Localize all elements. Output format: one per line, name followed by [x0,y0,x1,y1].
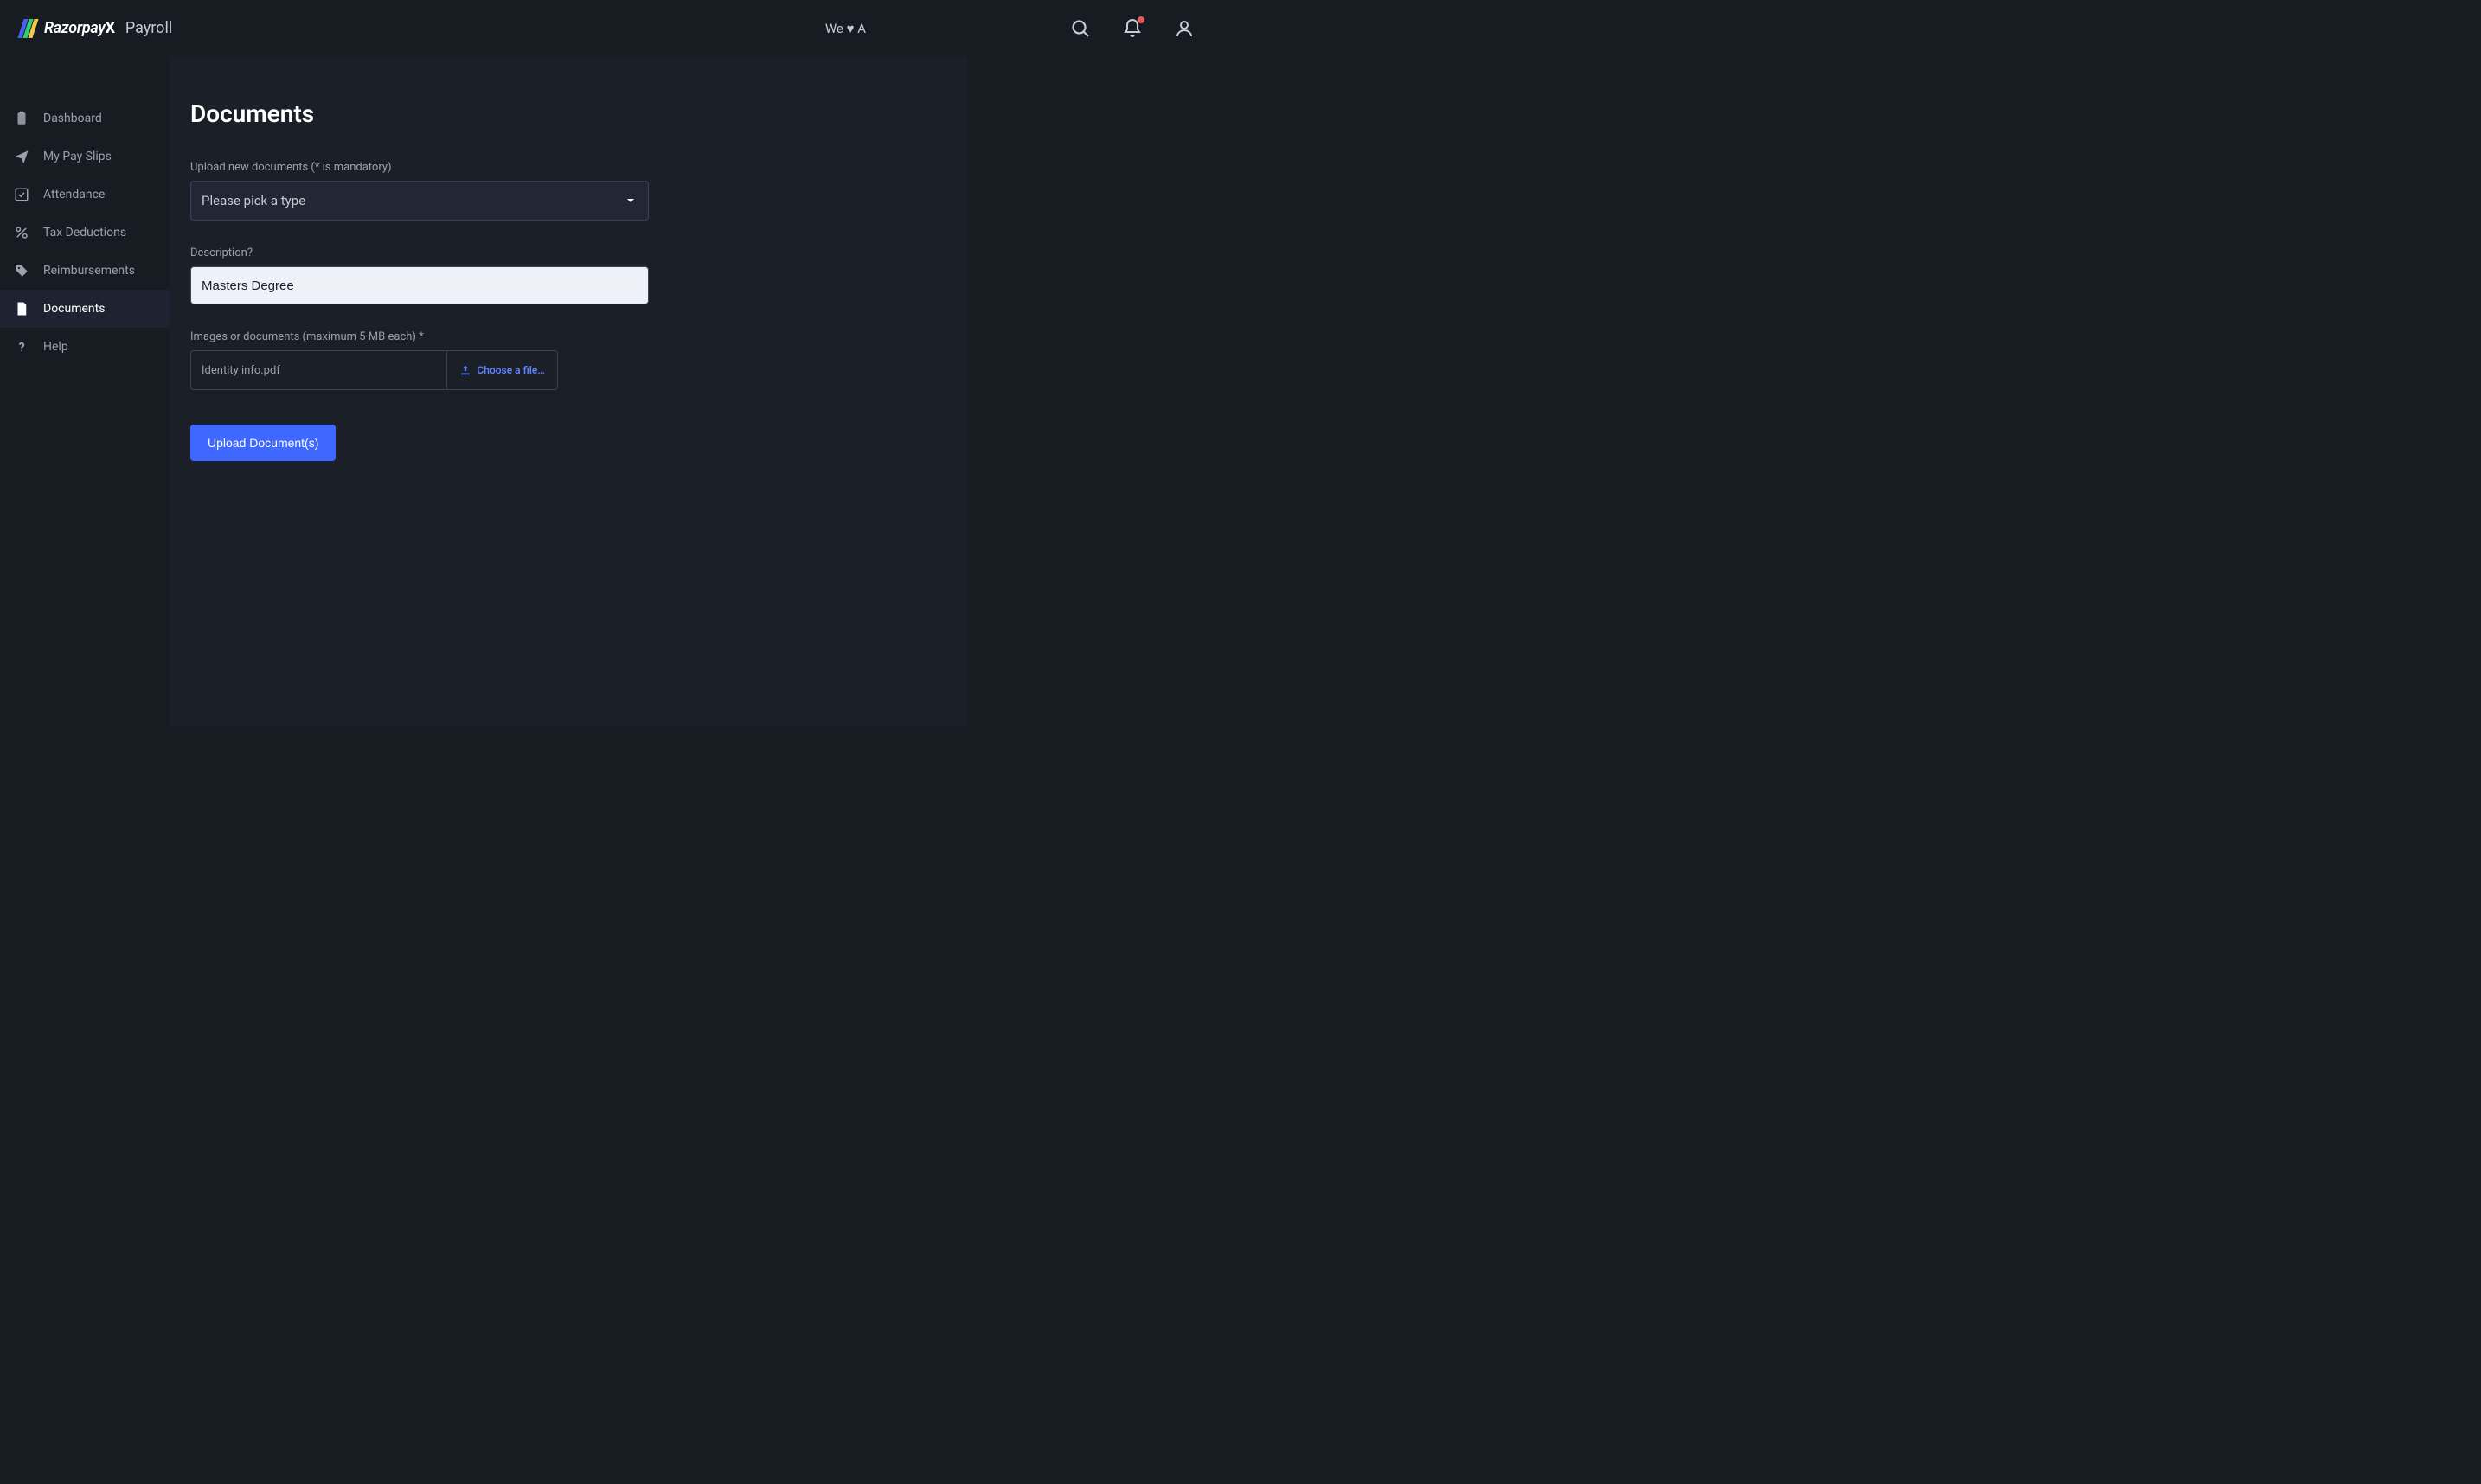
percent-icon [14,225,29,240]
topbar: RazorpayX Payroll We ♥ A [0,0,1215,56]
send-icon [14,149,29,164]
upload-documents-button[interactable]: Upload Document(s) [190,425,336,461]
sidebar: Dashboard My Pay Slips Attendance Tax De… [0,56,170,726]
document-type-select[interactable]: Please pick a type [190,181,649,221]
sidebar-item-attendance[interactable]: Attendance [0,176,170,214]
sidebar-item-help[interactable]: Help [0,328,170,366]
upload-type-label: Upload new documents (* is mandatory) [190,161,968,174]
sidebar-item-label: Attendance [43,188,105,201]
brand-sub: Payroll [125,19,172,37]
check-square-icon [14,187,29,202]
sidebar-item-label: Reimbursements [43,264,135,278]
logo-slashes-icon [21,19,35,38]
sidebar-item-label: Help [43,340,68,354]
search-icon[interactable] [1070,18,1091,39]
tagline: We ♥ A [825,21,866,36]
choose-file-button[interactable]: Choose a file… [447,351,557,389]
description-label: Description? [190,246,968,259]
right-blank-area [968,56,1215,726]
sidebar-item-dashboard[interactable]: Dashboard [0,99,170,138]
logo[interactable]: RazorpayX Payroll [21,19,172,38]
sidebar-item-payslips[interactable]: My Pay Slips [0,138,170,176]
sidebar-item-documents[interactable]: Documents [0,290,170,328]
document-icon [14,301,29,317]
tag-icon [14,263,29,278]
page-title: Documents [190,99,968,128]
sidebar-item-label: Tax Deductions [43,226,126,240]
chevron-down-icon [624,194,638,208]
file-picker: Identity info.pdf Choose a file… [190,350,558,390]
sidebar-item-label: Dashboard [43,112,102,125]
sidebar-item-reimbursements[interactable]: Reimbursements [0,252,170,290]
select-placeholder: Please pick a type [202,193,305,208]
clipboard-icon [14,111,29,126]
upload-icon [459,364,471,376]
notification-badge [1138,16,1144,23]
choose-file-label: Choose a file… [477,364,545,376]
selected-file-name: Identity info.pdf [191,351,447,389]
brand-text: RazorpayX [44,19,115,37]
sidebar-item-label: My Pay Slips [43,150,112,163]
profile-icon[interactable] [1174,18,1195,39]
files-label: Images or documents (maximum 5 MB each) … [190,330,968,343]
topbar-right: We ♥ A [825,18,1195,39]
sidebar-item-tax[interactable]: Tax Deductions [0,214,170,252]
main-content: Documents Upload new documents (* is man… [170,56,968,726]
help-icon [14,339,29,355]
description-input[interactable] [190,266,649,304]
notifications-icon[interactable] [1122,18,1143,39]
sidebar-item-label: Documents [43,302,105,316]
